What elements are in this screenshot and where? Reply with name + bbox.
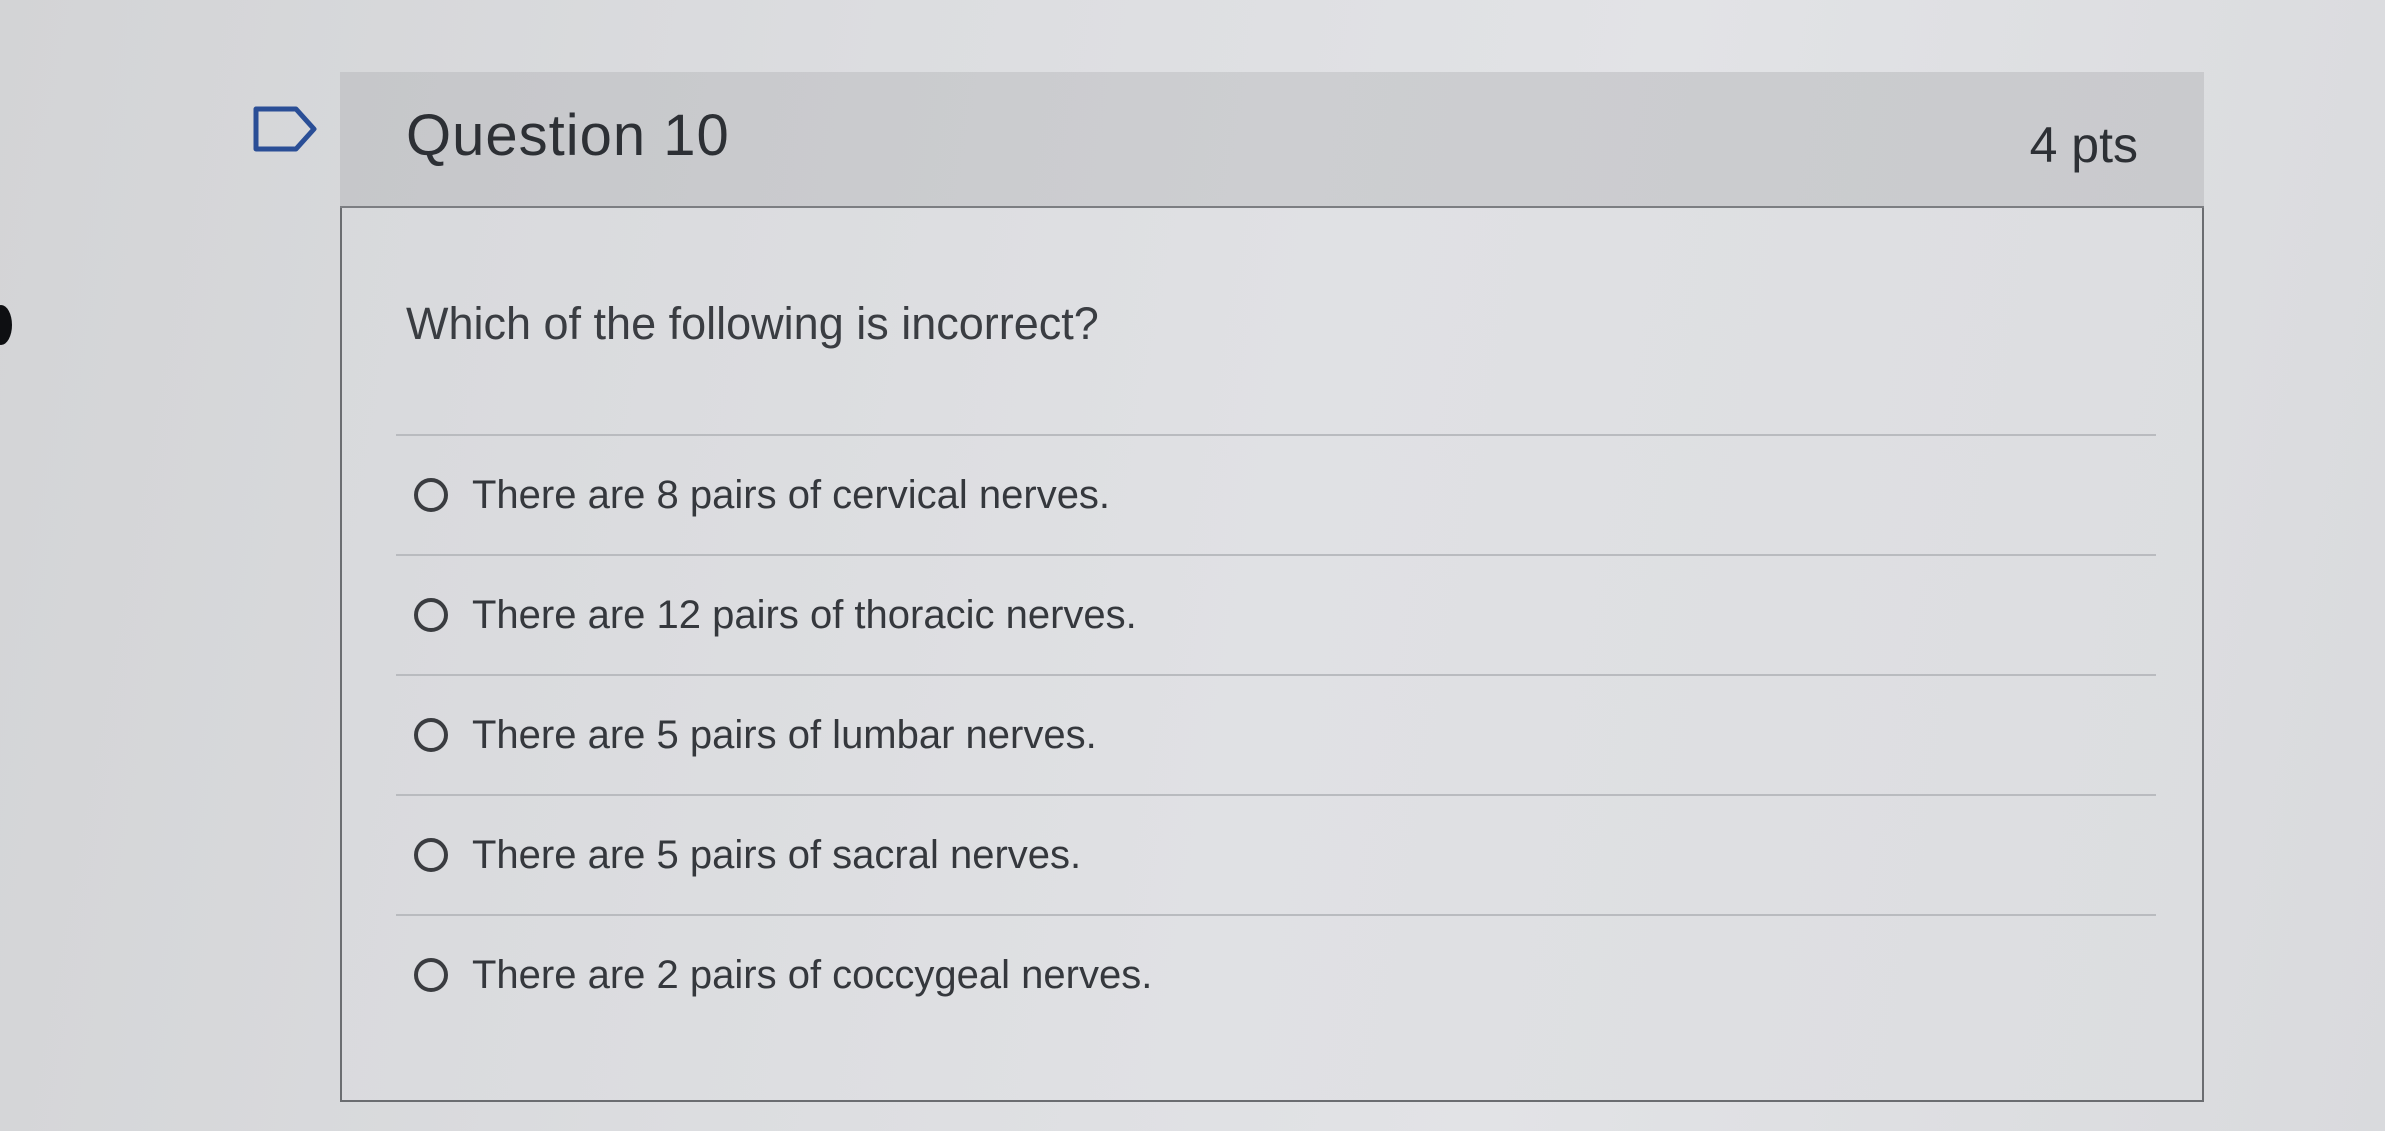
radio-unchecked-icon[interactable] [414, 718, 448, 752]
radio-unchecked-icon[interactable] [414, 598, 448, 632]
answer-option-cervical[interactable]: There are 8 pairs of cervical nerves. [396, 436, 2156, 554]
question-title: Question 10 [406, 103, 730, 168]
answer-option-lumbar[interactable]: There are 5 pairs of lumbar nerves. [396, 676, 2156, 794]
question-prompt: Which of the following is incorrect? [406, 298, 1099, 349]
flag-question-icon[interactable] [252, 105, 318, 153]
answer-option-thoracic[interactable]: There are 12 pairs of thoracic nerves. [396, 556, 2156, 674]
answer-label: There are 5 pairs of lumbar nerves. [472, 712, 1097, 757]
answer-label: There are 12 pairs of thoracic nerves. [472, 592, 1137, 637]
answer-label: There are 8 pairs of cervical nerves. [472, 472, 1111, 517]
question-card: Question 10 4 pts Which of the following… [340, 72, 2204, 1102]
answer-option-sacral[interactable]: There are 5 pairs of sacral nerves. [396, 796, 2156, 914]
answer-option-coccygeal[interactable]: There are 2 pairs of coccygeal nerves. [396, 916, 2156, 1034]
radio-unchecked-icon[interactable] [414, 478, 448, 512]
question-header: Question 10 4 pts [340, 72, 2204, 208]
answer-label: There are 2 pairs of coccygeal nerves. [472, 952, 1153, 997]
answer-label: There are 5 pairs of sacral nerves. [472, 832, 1082, 877]
answer-list: There are 8 pairs of cervical nerves. Th… [396, 434, 2156, 1034]
edge-marker [0, 305, 12, 345]
radio-unchecked-icon[interactable] [414, 958, 448, 992]
radio-unchecked-icon[interactable] [414, 838, 448, 872]
question-points: 4 pts [2029, 117, 2138, 173]
